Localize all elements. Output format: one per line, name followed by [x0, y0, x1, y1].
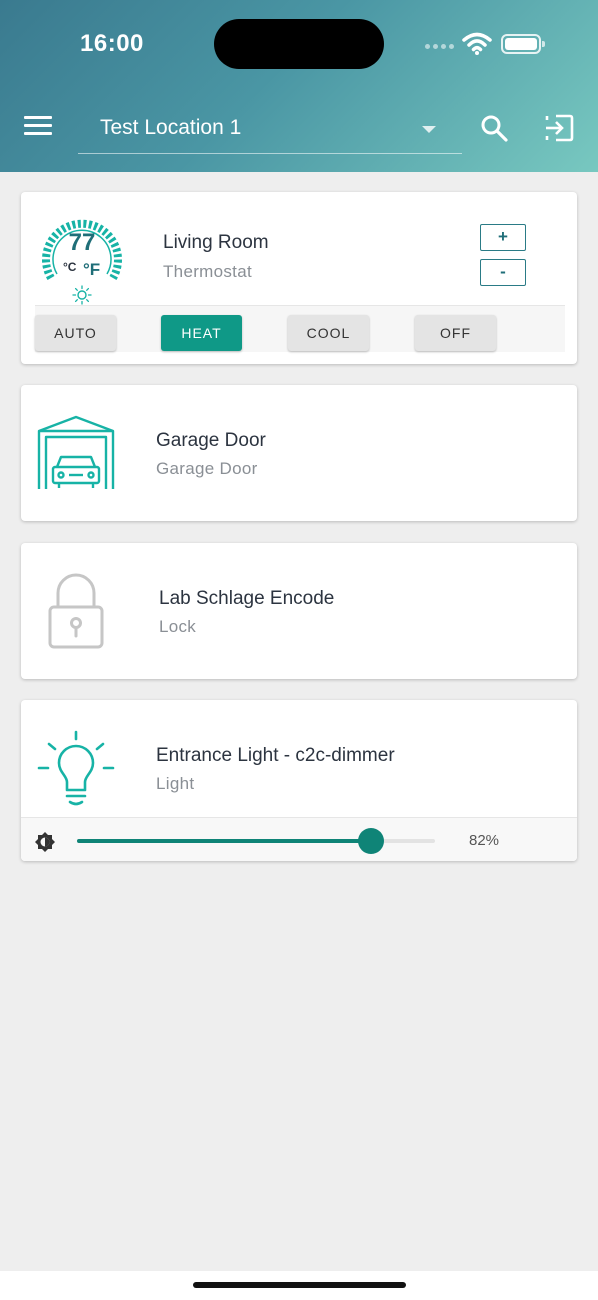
device-name: Garage Door [156, 430, 266, 451]
bottom-safe-area [0, 1271, 598, 1300]
mode-auto-button[interactable]: AUTO [35, 315, 116, 351]
sun-icon [72, 285, 92, 305]
status-time: 16:00 [80, 30, 144, 57]
device-name: Entrance Light - c2c-dimmer [156, 745, 395, 766]
dynamic-island [214, 19, 384, 69]
device-name: Living Room [163, 232, 269, 253]
device-type: Lock [159, 617, 197, 636]
brightness-bar: 82% [21, 817, 577, 861]
cellular-signal-icon [425, 44, 454, 49]
lightbulb-icon [37, 730, 115, 806]
battery-icon [501, 34, 545, 54]
temperature-increase-button[interactable]: + [480, 224, 526, 251]
chevron-down-icon [422, 126, 436, 133]
light-card[interactable]: Entrance Light - c2c-dimmer Light 82% [21, 700, 577, 861]
menu-icon[interactable] [24, 116, 52, 138]
unit-celsius[interactable]: °C [63, 260, 76, 274]
status-bar: 16:00 [0, 0, 598, 88]
padlock-icon [48, 573, 104, 649]
brightness-value: 82% [469, 832, 500, 849]
thermostat-card[interactable]: 77 °C °F Living Room Thermostat + - AUTO… [21, 192, 577, 364]
home-indicator[interactable] [193, 1282, 406, 1288]
mode-cool-button[interactable]: COOL [288, 315, 369, 351]
toolbar: Test Location 1 [0, 88, 598, 172]
brightness-slider-thumb[interactable] [358, 828, 384, 854]
unit-fahrenheit[interactable]: °F [83, 260, 100, 280]
wifi-icon [462, 32, 492, 55]
brightness-icon [35, 832, 55, 852]
logout-icon[interactable] [544, 114, 574, 142]
brightness-slider[interactable] [77, 828, 435, 854]
lock-card[interactable]: Lab Schlage Encode Lock [21, 543, 577, 679]
device-type: Garage Door [156, 459, 258, 478]
device-type: Light [156, 774, 195, 793]
mode-off-button[interactable]: OFF [415, 315, 496, 351]
device-name: Lab Schlage Encode [159, 588, 335, 609]
thermostat-mode-bar: AUTO HEAT COOL OFF [35, 305, 565, 352]
temperature-decrease-button[interactable]: - [480, 259, 526, 286]
garage-door-card[interactable]: Garage Door Garage Door [21, 385, 577, 521]
location-name: Test Location 1 [100, 116, 242, 139]
app-header: 16:00 Test Location 1 [0, 0, 598, 172]
device-type: Thermostat [163, 262, 252, 281]
garage-car-icon [37, 415, 115, 489]
thermostat-temperature: 77 [68, 229, 96, 256]
brightness-slider-fill [77, 839, 371, 843]
mode-heat-button[interactable]: HEAT [161, 315, 242, 351]
search-icon[interactable] [480, 114, 508, 142]
location-select[interactable]: Test Location 1 [78, 106, 462, 154]
